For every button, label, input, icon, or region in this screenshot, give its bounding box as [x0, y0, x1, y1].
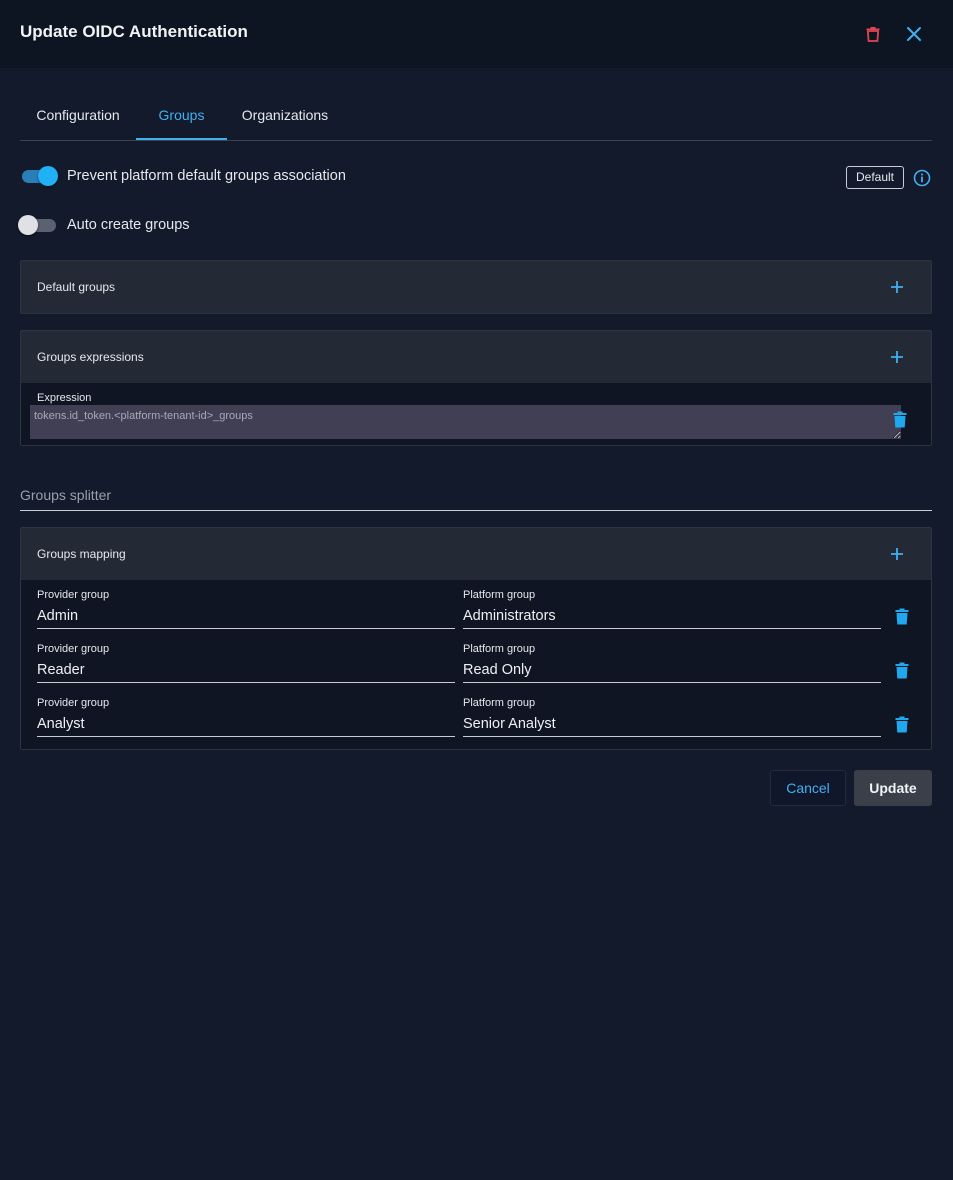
provider-group-field: Provider group: [37, 589, 455, 629]
provider-group-label: Provider group: [37, 643, 110, 655]
tab-organizations[interactable]: Organizations: [227, 96, 343, 140]
default-groups-panel: Default groups: [20, 260, 932, 314]
tab-bar: Configuration Groups Organizations: [20, 96, 932, 141]
groups-splitter-input[interactable]: [20, 480, 932, 510]
tab-groups[interactable]: Groups: [136, 96, 227, 140]
trash-icon: [895, 662, 909, 679]
platform-group-input[interactable]: [463, 605, 881, 627]
platform-group-field: Platform group: [463, 697, 881, 737]
trash-icon: [895, 608, 909, 625]
groups-expressions-panel: Groups expressions Expression tokens.id_…: [20, 330, 932, 446]
plus-icon: [891, 548, 903, 560]
delete-mapping-button[interactable]: [895, 608, 913, 628]
close-icon: [907, 27, 921, 41]
expression-row: Expression tokens.id_token.<platform-ten…: [21, 384, 931, 445]
close-button[interactable]: [900, 20, 928, 48]
groups-mapping-panel: Groups mapping Provider group Platform g…: [20, 527, 932, 750]
provider-group-input[interactable]: [37, 605, 455, 627]
groups-splitter-field: [20, 480, 932, 511]
toggle-knob: [38, 166, 58, 186]
groups-mapping-title: Groups mapping: [37, 547, 126, 561]
plus-icon: [891, 351, 903, 363]
prevent-default-groups-toggle[interactable]: [20, 166, 60, 186]
expression-input[interactable]: tokens.id_token.<platform-tenant-id>_gro…: [30, 405, 901, 439]
delete-mapping-button[interactable]: [895, 716, 913, 736]
provider-group-label: Provider group: [37, 697, 110, 709]
toggle-knob: [18, 215, 38, 235]
provider-group-field: Provider group: [37, 643, 455, 683]
cancel-button[interactable]: Cancel: [770, 770, 846, 806]
groups-expressions-title: Groups expressions: [37, 350, 144, 364]
platform-group-field: Platform group: [463, 589, 881, 629]
plus-icon: [891, 281, 903, 293]
prevent-default-groups-label: Prevent platform default groups associat…: [67, 168, 346, 184]
info-icon: [913, 169, 931, 187]
auto-create-groups-label: Auto create groups: [67, 217, 190, 233]
dialog-title: Update OIDC Authentication: [20, 22, 248, 41]
platform-group-label: Platform group: [463, 697, 536, 709]
add-mapping-button[interactable]: [887, 544, 907, 564]
provider-group-field: Provider group: [37, 697, 455, 737]
trash-icon: [866, 27, 880, 42]
add-expression-button[interactable]: [887, 347, 907, 367]
delete-mapping-button[interactable]: [895, 662, 913, 682]
info-button[interactable]: [912, 168, 932, 188]
update-button[interactable]: Update: [854, 770, 932, 806]
provider-group-input[interactable]: [37, 659, 455, 681]
provider-group-label: Provider group: [37, 589, 110, 601]
expression-label: Expression: [37, 392, 92, 404]
platform-group-input[interactable]: [463, 659, 881, 681]
default-groups-header: Default groups: [21, 261, 931, 313]
dialog-header: Update OIDC Authentication: [0, 0, 953, 68]
delete-button[interactable]: [859, 20, 887, 48]
groups-mapping-header: Groups mapping: [21, 528, 931, 580]
default-badge: Default: [846, 166, 904, 189]
trash-icon: [895, 716, 909, 733]
trash-icon: [893, 411, 907, 428]
platform-group-label: Platform group: [463, 643, 536, 655]
delete-expression-button[interactable]: [893, 411, 911, 431]
add-default-group-button[interactable]: [887, 277, 907, 297]
platform-group-input[interactable]: [463, 713, 881, 735]
provider-group-input[interactable]: [37, 713, 455, 735]
platform-group-label: Platform group: [463, 589, 536, 601]
groups-expressions-header: Groups expressions: [21, 331, 931, 383]
tab-configuration[interactable]: Configuration: [20, 96, 136, 140]
platform-group-field: Platform group: [463, 643, 881, 683]
default-groups-title: Default groups: [37, 280, 116, 294]
auto-create-groups-toggle[interactable]: [18, 215, 60, 235]
